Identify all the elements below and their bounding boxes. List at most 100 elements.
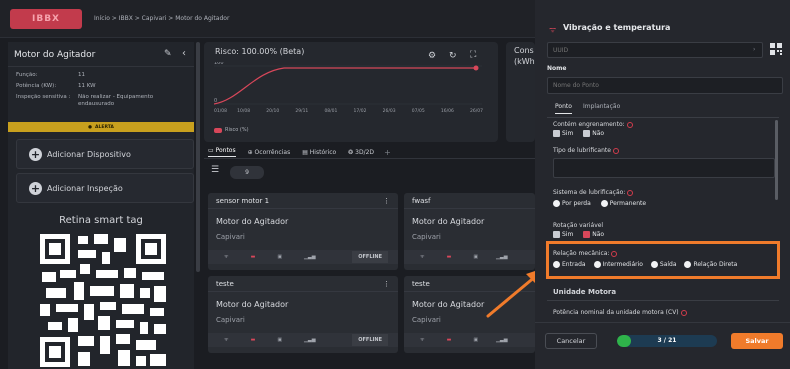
chip-icon: ▣: [473, 337, 479, 343]
point-card-footer: ᯤ ▬ ▣ ▁▃▅ OFFLINE: [208, 250, 398, 264]
x-tick-label: 17/02: [354, 108, 367, 114]
tab-3d-2d[interactable]: ❂ 3D/2D: [348, 149, 374, 156]
variable-rotation-yes-checkbox[interactable]: Sim: [553, 231, 573, 238]
lubrication-options: Por perda Permanente: [553, 200, 654, 207]
x-tick-label: 16/06: [441, 108, 454, 114]
point-card-name: teste: [412, 280, 430, 288]
x-tick-label: 10/08: [237, 108, 250, 114]
gear-no-checkbox[interactable]: Não: [583, 130, 604, 137]
gear-label: Contém engrenamento:: [553, 121, 625, 128]
expand-icon[interactable]: ⛶: [470, 50, 476, 60]
variable-rotation-options: Sim Não: [553, 231, 612, 238]
search-chip[interactable]: 9: [230, 166, 264, 179]
save-button[interactable]: Salvar: [731, 333, 783, 349]
search-chip-value: 9: [245, 169, 249, 176]
tab-bar: ▭ Pontos ⊕ Ocorrências ▤ Histórico ❂ 3D/…: [208, 147, 391, 157]
chip-icon: ▣: [473, 254, 479, 260]
filter-icon[interactable]: ☰: [211, 165, 219, 175]
more-icon[interactable]: ⋮: [383, 197, 390, 205]
gear-options: Sim Não: [553, 130, 612, 137]
lubricant-type-input[interactable]: [553, 158, 775, 178]
uuid-input[interactable]: [547, 42, 763, 58]
tab-label: Pontos: [215, 147, 236, 154]
mechanical-relation-label: Relação mecânica:: [553, 250, 610, 257]
signal-icon: ▁▃▅: [496, 254, 508, 260]
mechanical-intermediate-radio[interactable]: Intermediário: [593, 261, 643, 268]
modal-scrollbar[interactable]: [775, 120, 778, 200]
point-card-site: Capivari: [216, 233, 245, 241]
required-icon: [627, 189, 634, 196]
option-label: Intermediário: [602, 261, 643, 268]
point-card-asset: Motor do Agitador: [412, 217, 485, 226]
point-card[interactable]: fwasf Motor do Agitador Capivari ᯤ ▬ ▣ ▁…: [404, 193, 535, 270]
field-value-function: 11: [78, 72, 85, 78]
tab-historico[interactable]: ▤ Histórico: [302, 149, 336, 156]
field-value-power: 11 KW: [78, 83, 96, 89]
vibration-icon: ᯤ: [420, 254, 425, 260]
breadcrumb[interactable]: Início > IBBX > Capivari > Motor do Agit…: [94, 15, 229, 22]
mechanical-output-radio[interactable]: Saída: [650, 261, 677, 268]
mechanical-relation-options: Entrada Intermediário Saída Relação Dire…: [553, 261, 737, 268]
point-name-input[interactable]: [547, 77, 783, 94]
collapse-icon[interactable]: ‹: [182, 48, 186, 59]
offline-status: OFFLINE: [352, 251, 388, 263]
cancel-button[interactable]: Cancelar: [545, 333, 597, 349]
checkbox-checked-icon: [583, 231, 591, 238]
add-inspection-button[interactable]: + Adicionar Inspeção: [16, 173, 194, 203]
tab-ponto[interactable]: Ponto: [555, 103, 572, 114]
tab-pontos[interactable]: ▭ Pontos: [208, 147, 236, 157]
add-tab-button[interactable]: +: [384, 148, 391, 157]
sidebar-scrollbar[interactable]: [196, 42, 200, 272]
asset-title: Motor do Agitador: [14, 50, 96, 60]
point-card[interactable]: teste ⋮ Motor do Agitador Capivari ᯤ ▬ ▣ …: [208, 276, 398, 353]
point-card-name: fwasf: [412, 197, 431, 205]
point-card-footer: ᯤ ▬ ▣ ▁▃▅: [404, 333, 535, 347]
option-label: Sim: [562, 231, 574, 238]
edit-icon[interactable]: ✎: [164, 49, 172, 59]
tab-label: Ocorrências: [254, 148, 291, 156]
mechanical-input-radio[interactable]: Entrada: [553, 261, 586, 268]
point-card-footer: ᯤ ▬ ▣ ▁▃▅ OFFLINE: [208, 333, 398, 347]
point-card-site: Capivari: [412, 316, 441, 324]
settings-icon[interactable]: ⚙: [428, 51, 436, 61]
lubrication-by-loss-radio[interactable]: Por perda: [553, 200, 591, 207]
tab-divider: [204, 158, 535, 159]
radio-icon: [553, 261, 560, 268]
lubrication-permanent-radio[interactable]: Permanente: [600, 200, 646, 207]
history-icon[interactable]: ↻: [449, 51, 457, 61]
field-label-power: Potência (KW):: [16, 83, 57, 89]
tab-ocorrencias[interactable]: ⊕ Ocorrências: [248, 149, 291, 156]
chevron-down-icon[interactable]: ›: [753, 46, 755, 53]
point-card[interactable]: sensor motor 1 ⋮ Motor do Agitador Capiva…: [208, 193, 398, 270]
legend-swatch: [214, 127, 222, 133]
x-tick-label: 26/07: [470, 108, 483, 114]
signal-icon: ▁▃▅: [304, 337, 316, 343]
gear-yes-checkbox[interactable]: Sim: [553, 130, 573, 137]
chip-icon: ▣: [277, 337, 283, 343]
mechanical-relation-question: Relação mecânica:: [553, 250, 618, 257]
option-label: Relação Direta: [693, 261, 738, 268]
option-label: Entrada: [562, 261, 586, 268]
company-logo[interactable]: IBBX: [10, 9, 82, 29]
mechanical-direct-radio[interactable]: Relação Direta: [684, 261, 737, 268]
qr-scan-icon[interactable]: [770, 43, 782, 55]
variable-rotation-label: Rotação variável: [553, 222, 604, 229]
add-device-button[interactable]: + Adicionar Dispositivo: [16, 139, 194, 169]
x-tick-label: 07/05: [412, 108, 425, 114]
option-label: Por perda: [562, 200, 591, 207]
x-tick-label: 20/10: [266, 108, 279, 114]
point-card-asset: Motor do Agitador: [216, 300, 289, 309]
motor-power-question: Potência nominal da unidade motora (CV): [553, 309, 687, 316]
y-tick-top: 100: [214, 62, 224, 66]
checkbox-icon: [553, 231, 560, 238]
more-icon[interactable]: ⋮: [383, 280, 390, 288]
tab-implantacao[interactable]: Implantação: [583, 103, 620, 110]
qr-code-icon: [38, 232, 168, 369]
x-tick-label: 26/03: [383, 108, 396, 114]
status-badge: ● ALERTA: [8, 122, 194, 132]
variable-rotation-no-checkbox[interactable]: Não: [583, 231, 604, 238]
option-label: Sim: [562, 130, 574, 137]
radio-icon: [684, 261, 692, 268]
modal-title: Vibração e temperatura: [563, 23, 671, 32]
point-card-name: teste: [216, 280, 234, 288]
